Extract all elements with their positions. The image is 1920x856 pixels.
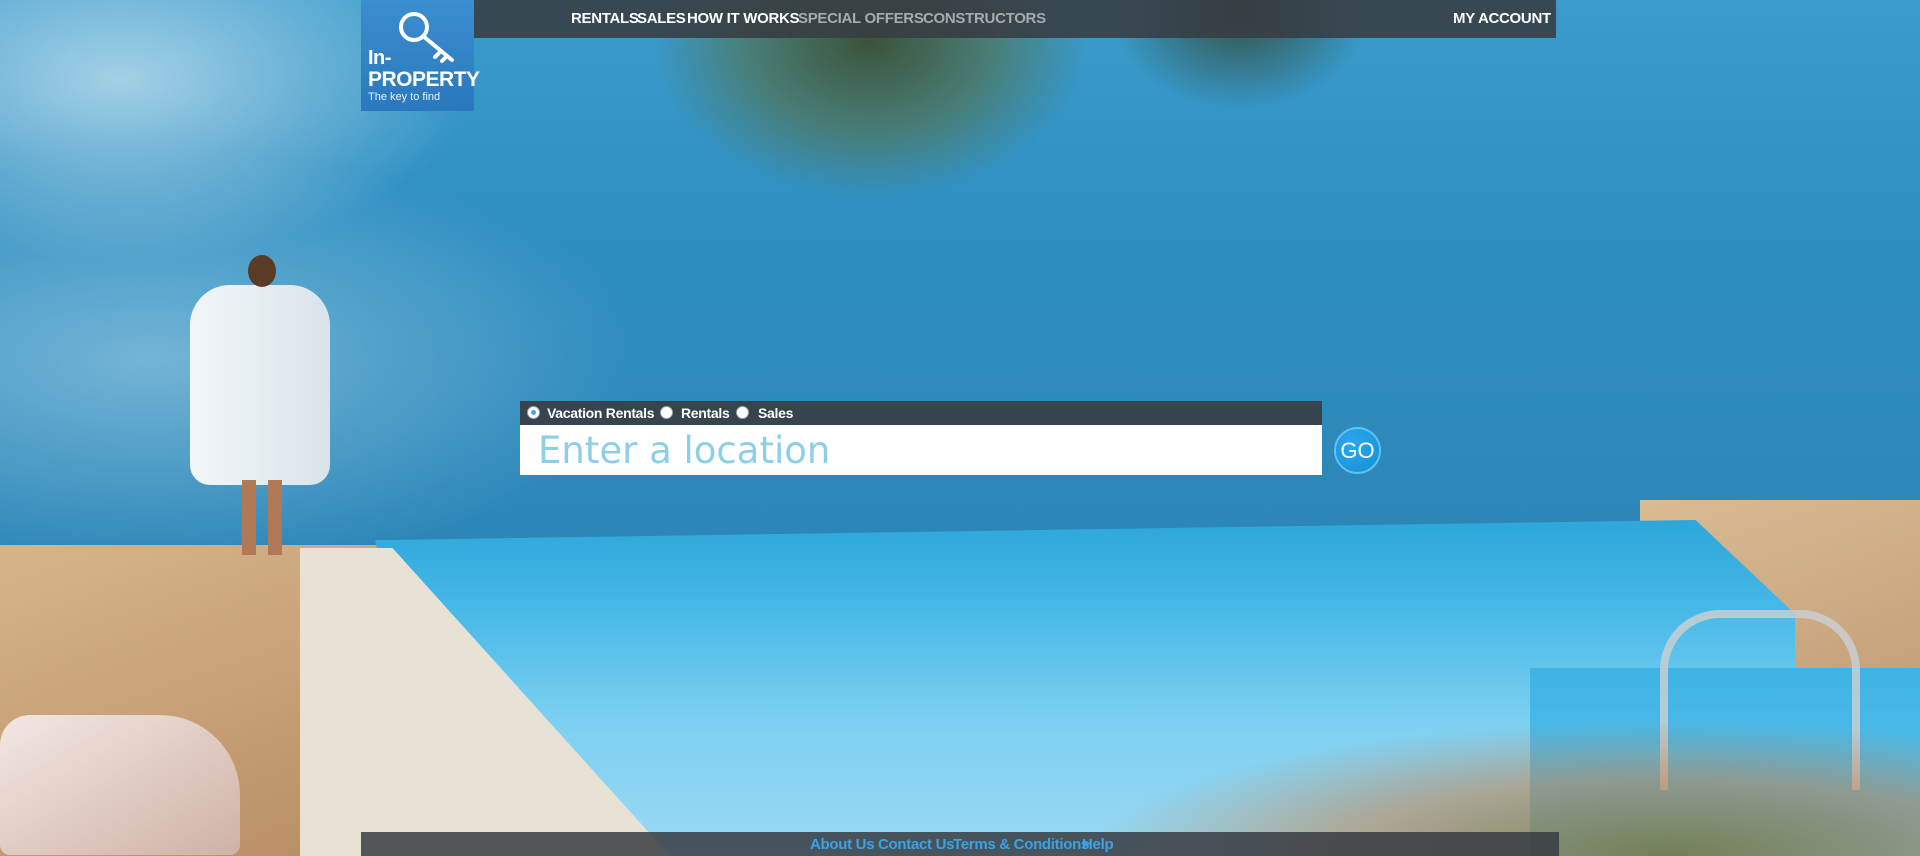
radio-label-vacation-rentals[interactable]: Vacation Rentals <box>547 405 655 421</box>
radio-sales[interactable] <box>736 406 749 419</box>
towel <box>0 715 240 855</box>
nav-how-it-works[interactable]: HOW IT WORKS <box>687 10 800 27</box>
logo-text-line1: In- <box>368 47 391 69</box>
nav-sales[interactable]: SALES <box>637 10 686 27</box>
go-button[interactable]: GO <box>1334 427 1381 474</box>
logo-tagline: The key to find <box>368 91 441 103</box>
nav-constructors[interactable]: CONSTRUCTORS <box>923 10 1046 27</box>
radio-label-sales[interactable]: Sales <box>758 405 793 421</box>
radio-vacation-rentals[interactable] <box>527 406 540 419</box>
footer-contact-us[interactable]: Contact Us <box>878 836 954 853</box>
nav-my-account[interactable]: MY ACCOUNT <box>1453 10 1551 27</box>
nav-rentals[interactable]: RENTALS <box>571 10 639 27</box>
nav-special-offers[interactable]: SPECIAL OFFERS <box>798 10 924 27</box>
key-icon <box>399 12 454 63</box>
footer-terms[interactable]: Terms & Conditions <box>953 836 1089 853</box>
radio-label-rentals[interactable]: Rentals <box>681 405 730 421</box>
location-search-input[interactable] <box>520 425 1322 475</box>
footer-help[interactable]: Help <box>1082 836 1114 853</box>
search-type-bar: Vacation Rentals Rentals Sales <box>520 401 1322 425</box>
radio-rentals[interactable] <box>660 406 673 419</box>
footer-about-us[interactable]: About Us <box>810 836 875 853</box>
site-logo[interactable]: In- PROPERTY The key to find <box>361 0 480 111</box>
logo-text-line2: PROPERTY <box>368 68 480 91</box>
footer-bar: About Us Contact Us Terms & Conditions H… <box>361 832 1559 856</box>
woman-in-robe <box>190 255 330 555</box>
